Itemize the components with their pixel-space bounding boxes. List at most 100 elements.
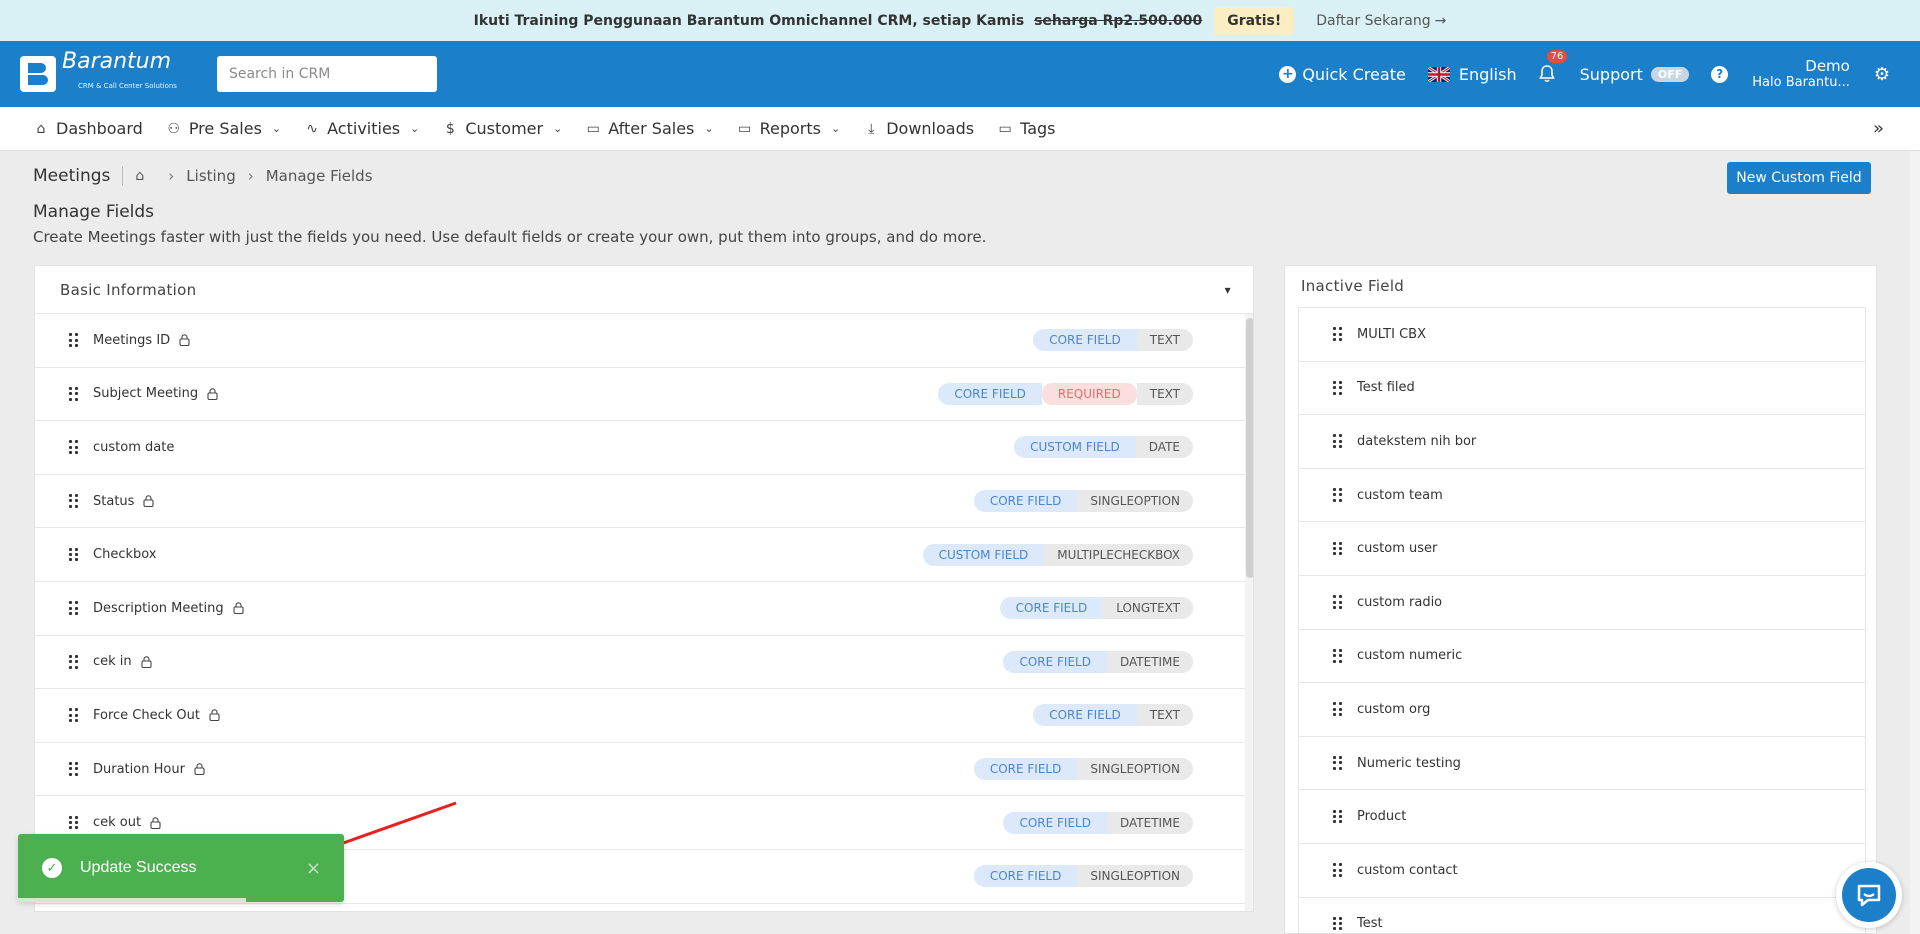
page-scrollbar[interactable] <box>1910 151 1920 934</box>
field-name: Checkbox <box>93 547 157 563</box>
close-icon[interactable]: × <box>306 858 321 879</box>
brand-logo[interactable]: Barantum CRM & Call Center Solutions <box>20 51 193 97</box>
crm-search-input[interactable] <box>216 56 437 92</box>
promo-register-link[interactable]: Daftar Sekarang → <box>1316 13 1446 29</box>
drag-handle-icon[interactable] <box>1333 380 1343 395</box>
drag-handle-icon[interactable] <box>69 547 79 562</box>
lock-icon <box>150 816 161 829</box>
field-kind-badge: CUSTOM FIELD <box>1014 436 1136 459</box>
drag-handle-icon[interactable] <box>1333 809 1343 824</box>
nav-after-sales[interactable]: ▭ After Sales ⌄ <box>586 119 714 138</box>
dollar-icon: $ <box>445 120 455 137</box>
uk-flag-icon <box>1427 66 1450 82</box>
field-row[interactable]: Force Check Out CORE FIELD TEXT <box>35 689 1245 743</box>
drag-handle-icon[interactable] <box>1333 702 1343 717</box>
quick-create-button[interactable]: + Quick Create <box>1279 65 1406 84</box>
inactive-field-name: custom team <box>1357 487 1443 503</box>
field-kind-badge: CORE FIELD <box>1003 811 1107 834</box>
field-row[interactable]: Subject Meeting CORE FIELD REQUIRED TEXT <box>35 368 1245 422</box>
drag-handle-icon[interactable] <box>69 654 79 669</box>
inactive-field-row[interactable]: MULTI CBX <box>1299 308 1865 362</box>
inactive-field-row[interactable]: custom org <box>1299 683 1865 737</box>
inactive-field-name: custom org <box>1357 701 1431 717</box>
inactive-field-row[interactable]: custom user <box>1299 522 1865 576</box>
field-kind-badge: CUSTOM FIELD <box>922 543 1045 566</box>
field-row[interactable]: Duration Hour CORE FIELD SINGLEOPTION <box>35 743 1245 797</box>
field-row[interactable]: Description Meeting CORE FIELD LONGTEXT <box>35 582 1245 636</box>
arrow-right-icon: → <box>1434 12 1447 29</box>
drag-handle-icon[interactable] <box>69 815 79 830</box>
drag-handle-icon[interactable] <box>69 386 79 401</box>
nav-activities[interactable]: ∿ Activities ⌄ <box>305 119 419 138</box>
field-name: cek out <box>93 815 142 831</box>
drag-handle-icon[interactable] <box>69 601 79 615</box>
folder-icon: ▭ <box>586 120 600 137</box>
field-kind-badge: CORE FIELD <box>1033 704 1137 727</box>
field-type-badge: TEXT <box>1136 329 1193 352</box>
nav-dashboard[interactable]: ⌂ Dashboard <box>34 119 143 138</box>
field-name: Meetings ID <box>93 332 171 348</box>
inactive-field-row[interactable]: datekstem nih bor <box>1299 415 1865 469</box>
user-menu[interactable]: Demo Halo Barantu... <box>1752 57 1850 91</box>
breadcrumb-listing[interactable]: Listing <box>186 167 235 185</box>
inactive-field-row[interactable]: custom radio <box>1299 576 1865 630</box>
help-button[interactable]: ? <box>1711 65 1729 83</box>
field-row[interactable]: cek in CORE FIELD DATETIME <box>35 636 1245 690</box>
gear-icon[interactable]: ⚙ <box>1874 64 1890 85</box>
nav-customer[interactable]: $ Customer ⌄ <box>443 119 562 138</box>
promo-message: Ikuti Training Penggunaan Barantum Omnic… <box>473 12 1203 29</box>
lock-icon <box>143 495 154 508</box>
field-row[interactable]: Checkbox CUSTOM FIELD MULTIPLECHECKBOX <box>35 528 1245 582</box>
drag-handle-icon[interactable] <box>69 440 79 455</box>
update-success-toast: ✓ Update Success × <box>18 834 344 902</box>
inactive-field-name: Product <box>1357 809 1407 825</box>
inactive-field-row[interactable]: custom numeric <box>1299 630 1865 684</box>
nav-pre-sales[interactable]: ⚇ Pre Sales ⌄ <box>167 119 282 138</box>
inactive-field-row[interactable]: Test filed <box>1299 362 1865 416</box>
field-kind-badge: CORE FIELD <box>1003 650 1107 673</box>
chat-widget-button[interactable] <box>1836 862 1902 928</box>
nav-downloads[interactable]: ⤓ Downloads <box>864 119 974 138</box>
drag-handle-icon[interactable] <box>1333 756 1343 770</box>
nav-tags[interactable]: ▭ Tags <box>998 119 1055 138</box>
basic-information-header[interactable]: Basic Information ▾ <box>35 266 1253 314</box>
promo-banner: Ikuti Training Penggunaan Barantum Omnic… <box>0 0 1920 41</box>
support-toggle[interactable]: Support OFF <box>1580 65 1690 84</box>
new-custom-field-button[interactable]: New Custom Field <box>1727 162 1871 194</box>
drag-handle-icon[interactable] <box>1333 434 1343 449</box>
drag-handle-icon[interactable] <box>1333 327 1343 341</box>
field-kind-badge: CORE FIELD <box>973 758 1078 781</box>
notifications-button[interactable]: 76 <box>1538 50 1568 83</box>
chevron-down-icon[interactable]: ▾ <box>1225 283 1231 297</box>
field-row[interactable]: custom date CUSTOM FIELD DATE <box>35 421 1245 475</box>
field-row[interactable]: Meetings ID CORE FIELD TEXT <box>35 314 1245 368</box>
support-status-toggle[interactable]: OFF <box>1650 66 1690 82</box>
drag-handle-icon[interactable] <box>69 333 79 347</box>
panel-scrollbar-thumb[interactable] <box>1246 318 1253 578</box>
inactive-field-row[interactable]: Numeric testing <box>1299 737 1865 791</box>
nav-reports[interactable]: ▭ Reports ⌄ <box>737 119 840 138</box>
drag-handle-icon[interactable] <box>1333 863 1343 877</box>
inactive-field-name: datekstem nih bor <box>1357 433 1477 449</box>
drag-handle-icon[interactable] <box>1333 595 1343 609</box>
language-selector[interactable]: English <box>1427 65 1517 84</box>
field-row[interactable]: Status CORE FIELD SINGLEOPTION <box>35 475 1245 529</box>
folder-icon: ▭ <box>737 120 752 137</box>
drag-handle-icon[interactable] <box>1333 916 1343 931</box>
drag-handle-icon[interactable] <box>69 708 79 723</box>
inactive-field-row[interactable]: custom team <box>1299 469 1865 523</box>
inactive-field-panel: Inactive Field MULTI CBX Test filed dateks… <box>1284 265 1877 934</box>
inactive-field-row[interactable]: custom contact <box>1299 844 1865 898</box>
drag-handle-icon[interactable] <box>69 494 79 508</box>
field-name: Description Meeting <box>93 600 224 616</box>
inactive-field-row[interactable]: Product <box>1299 790 1865 844</box>
field-type-badge: TEXT <box>1136 382 1193 405</box>
home-icon[interactable]: ⌂ <box>135 168 144 184</box>
page-description: Create Meetings faster with just the fie… <box>33 228 987 246</box>
drag-handle-icon[interactable] <box>1333 648 1343 663</box>
drag-handle-icon[interactable] <box>69 762 79 776</box>
drag-handle-icon[interactable] <box>1333 541 1343 556</box>
collapse-nav-icon[interactable]: » <box>1873 118 1884 139</box>
inactive-field-row[interactable]: Test <box>1299 898 1865 933</box>
drag-handle-icon[interactable] <box>1333 488 1343 502</box>
